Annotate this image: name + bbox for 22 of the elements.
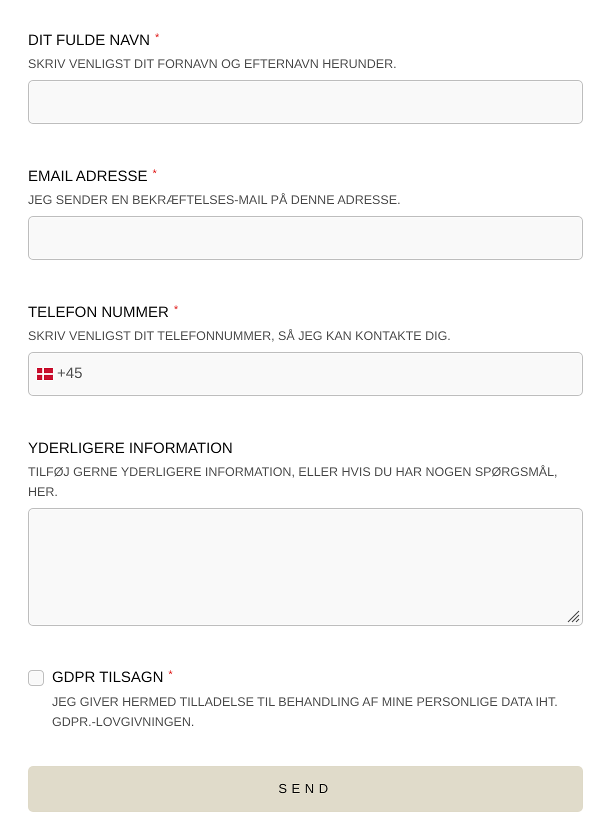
send-button[interactable]: SEND [28,766,583,812]
email-input[interactable] [28,216,583,260]
flag-icon [37,368,53,380]
field-label: YDERLIGERE INFORMATION [28,439,233,459]
field-hint: TILFØJ GERNE YDERLIGERE INFORMATION, ELLER HVIS DU HAR NOGEN SPØRGSMÅL, HER. [28,464,558,501]
required-asterisk: * [154,31,160,45]
field-label: TELEFON NUMMER [28,303,169,323]
field-label: DIT FULDE NAVN [28,31,150,51]
consent-hint: JEG GIVER HERMED TILLADELSE TIL BEHANDLING AF MINE PERSONLIGE DATA IHT. GDPR.-LOVGIVNINGEN. [52,694,559,731]
phone-input[interactable]: +45 [28,352,583,396]
required-asterisk: * [152,167,157,181]
consent-checkbox[interactable] [28,670,44,686]
field-label: EMAIL ADRESSE [28,167,148,187]
required-asterisk: * [168,668,173,682]
message-textarea[interactable] [28,508,583,626]
field-hint: SKRIV VENLIGST DIT FORNAVN OG EFTERNAVN HERUNDER. [28,56,398,73]
consent-label: GDPR TILSAGN [52,668,164,688]
required-asterisk: * [174,303,178,317]
text-input[interactable] [28,80,583,124]
field-hint: JEG SENDER EN BEKRÆFTELSES-MAIL PÅ DENNE ADRESSE. [28,192,402,209]
field-hint: SKRIV VENLIGST DIT TELEFONNUMMER, SÅ JEG KAN KONTAKTE DIG. [28,328,452,345]
resize-handle-icon [567,610,580,623]
